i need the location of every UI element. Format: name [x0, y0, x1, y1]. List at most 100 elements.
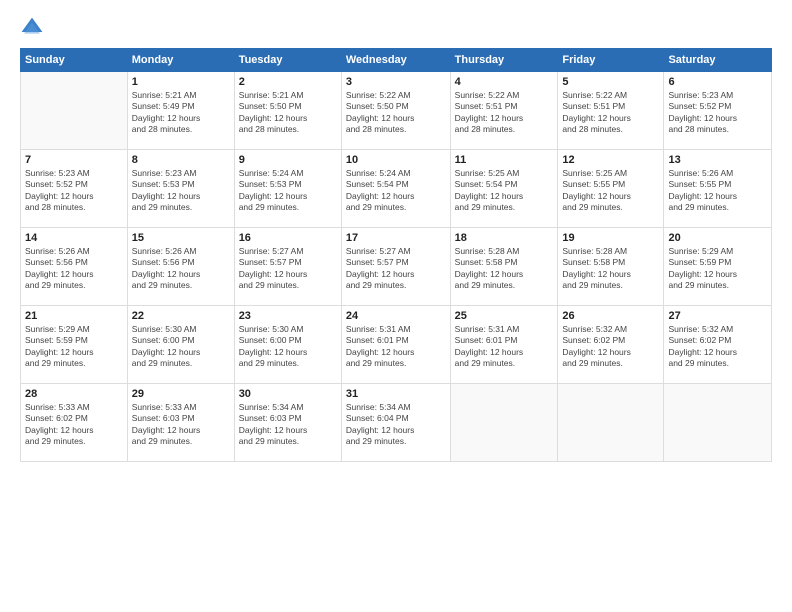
day-number: 12: [562, 154, 659, 166]
calendar-cell: 31Sunrise: 5:34 AM Sunset: 6:04 PM Dayli…: [341, 384, 450, 462]
calendar-cell: [450, 384, 558, 462]
day-number: 6: [668, 76, 767, 88]
header: [20, 16, 772, 40]
day-info: Sunrise: 5:22 AM Sunset: 5:50 PM Dayligh…: [346, 90, 446, 136]
calendar-cell: 1 Sunrise: 5:21 AM Sunset: 5:49 PM Daylig…: [127, 72, 234, 150]
day-number: 22: [132, 310, 230, 322]
weekday-header-thursday: Thursday: [450, 49, 558, 72]
day-info: Sunrise: 5:32 AM Sunset: 6:02 PM Dayligh…: [668, 324, 767, 370]
day-number: 30: [239, 388, 337, 400]
day-number: 9: [239, 154, 337, 166]
day-info: Sunrise: 5:24 AM Sunset: 5:53 PM Dayligh…: [239, 168, 337, 214]
day-info: Sunrise: 5:33 AM Sunset: 6:02 PM Dayligh…: [25, 402, 123, 448]
day-number: 2: [239, 76, 337, 88]
weekday-row: SundayMondayTuesdayWednesdayThursdayFrid…: [21, 49, 772, 72]
day-number: 4: [455, 76, 554, 88]
day-number: 8: [132, 154, 230, 166]
calendar-cell: 7 Sunrise: 5:23 AM Sunset: 5:52 PM Daylig…: [21, 150, 128, 228]
day-info: Sunrise: 5:33 AM Sunset: 6:03 PM Dayligh…: [132, 402, 230, 448]
week-row-1: 1 Sunrise: 5:21 AM Sunset: 5:49 PM Daylig…: [21, 72, 772, 150]
day-number: 14: [25, 232, 123, 244]
day-info: Sunrise: 5:24 AM Sunset: 5:54 PM Dayligh…: [346, 168, 446, 214]
day-number: 5: [562, 76, 659, 88]
day-info: Sunrise: 5:29 AM Sunset: 5:59 PM Dayligh…: [668, 246, 767, 292]
weekday-header-sunday: Sunday: [21, 49, 128, 72]
calendar-cell: 25 Sunrise: 5:31 AM Sunset: 6:01 PM Dayli…: [450, 306, 558, 384]
day-number: 18: [455, 232, 554, 244]
calendar-cell: 6Sunrise: 5:23 AM Sunset: 5:52 PM Daylig…: [664, 72, 772, 150]
calendar-cell: 26 Sunrise: 5:32 AM Sunset: 6:02 PM Dayli…: [558, 306, 664, 384]
calendar-cell: 2 Sunrise: 5:21 AM Sunset: 5:50 PM Daylig…: [234, 72, 341, 150]
calendar-cell: 3 Sunrise: 5:22 AM Sunset: 5:50 PM Daylig…: [341, 72, 450, 150]
day-info: Sunrise: 5:32 AM Sunset: 6:02 PM Dayligh…: [562, 324, 659, 370]
day-info: Sunrise: 5:30 AM Sunset: 6:00 PM Dayligh…: [132, 324, 230, 370]
logo-icon: [20, 16, 44, 40]
calendar-cell: [664, 384, 772, 462]
day-number: 19: [562, 232, 659, 244]
day-info: Sunrise: 5:27 AM Sunset: 5:57 PM Dayligh…: [239, 246, 337, 292]
day-info: Sunrise: 5:23 AM Sunset: 5:52 PM Dayligh…: [25, 168, 123, 214]
day-number: 7: [25, 154, 123, 166]
day-info: Sunrise: 5:21 AM Sunset: 5:49 PM Dayligh…: [132, 90, 230, 136]
calendar-cell: 9 Sunrise: 5:24 AM Sunset: 5:53 PM Daylig…: [234, 150, 341, 228]
calendar-cell: [558, 384, 664, 462]
day-number: 27: [668, 310, 767, 322]
day-info: Sunrise: 5:28 AM Sunset: 5:58 PM Dayligh…: [562, 246, 659, 292]
calendar: SundayMondayTuesdayWednesdayThursdayFrid…: [20, 48, 772, 462]
weekday-header-monday: Monday: [127, 49, 234, 72]
day-info: Sunrise: 5:23 AM Sunset: 5:53 PM Dayligh…: [132, 168, 230, 214]
weekday-header-saturday: Saturday: [664, 49, 772, 72]
day-number: 3: [346, 76, 446, 88]
calendar-cell: 10 Sunrise: 5:24 AM Sunset: 5:54 PM Dayli…: [341, 150, 450, 228]
day-info: Sunrise: 5:31 AM Sunset: 6:01 PM Dayligh…: [346, 324, 446, 370]
page-container: SundayMondayTuesdayWednesdayThursdayFrid…: [0, 0, 792, 612]
calendar-cell: 19 Sunrise: 5:28 AM Sunset: 5:58 PM Dayli…: [558, 228, 664, 306]
day-info: Sunrise: 5:22 AM Sunset: 5:51 PM Dayligh…: [455, 90, 554, 136]
day-number: 20: [668, 232, 767, 244]
day-info: Sunrise: 5:34 AM Sunset: 6:04 PM Dayligh…: [346, 402, 446, 448]
day-number: 10: [346, 154, 446, 166]
day-info: Sunrise: 5:25 AM Sunset: 5:54 PM Dayligh…: [455, 168, 554, 214]
calendar-cell: 27 Sunrise: 5:32 AM Sunset: 6:02 PM Dayli…: [664, 306, 772, 384]
calendar-header: SundayMondayTuesdayWednesdayThursdayFrid…: [21, 49, 772, 72]
day-info: Sunrise: 5:29 AM Sunset: 5:59 PM Dayligh…: [25, 324, 123, 370]
calendar-cell: 20 Sunrise: 5:29 AM Sunset: 5:59 PM Dayli…: [664, 228, 772, 306]
calendar-cell: 13 Sunrise: 5:26 AM Sunset: 5:55 PM Dayli…: [664, 150, 772, 228]
week-row-3: 14 Sunrise: 5:26 AM Sunset: 5:56 PM Dayli…: [21, 228, 772, 306]
week-row-4: 21 Sunrise: 5:29 AM Sunset: 5:59 PM Dayli…: [21, 306, 772, 384]
calendar-cell: 30 Sunrise: 5:34 AM Sunset: 6:03 PM Dayli…: [234, 384, 341, 462]
day-info: Sunrise: 5:34 AM Sunset: 6:03 PM Dayligh…: [239, 402, 337, 448]
day-number: 24: [346, 310, 446, 322]
day-number: 25: [455, 310, 554, 322]
day-number: 13: [668, 154, 767, 166]
day-number: 15: [132, 232, 230, 244]
weekday-header-friday: Friday: [558, 49, 664, 72]
calendar-cell: 28Sunrise: 5:33 AM Sunset: 6:02 PM Dayli…: [21, 384, 128, 462]
day-number: 17: [346, 232, 446, 244]
calendar-cell: 14 Sunrise: 5:26 AM Sunset: 5:56 PM Dayli…: [21, 228, 128, 306]
day-info: Sunrise: 5:26 AM Sunset: 5:56 PM Dayligh…: [25, 246, 123, 292]
calendar-cell: 15 Sunrise: 5:26 AM Sunset: 5:56 PM Dayli…: [127, 228, 234, 306]
calendar-cell: 29Sunrise: 5:33 AM Sunset: 6:03 PM Dayli…: [127, 384, 234, 462]
logo: [20, 16, 48, 40]
day-number: 1: [132, 76, 230, 88]
day-info: Sunrise: 5:28 AM Sunset: 5:58 PM Dayligh…: [455, 246, 554, 292]
calendar-cell: 23Sunrise: 5:30 AM Sunset: 6:00 PM Dayli…: [234, 306, 341, 384]
calendar-cell: 21 Sunrise: 5:29 AM Sunset: 5:59 PM Dayli…: [21, 306, 128, 384]
calendar-cell: 17 Sunrise: 5:27 AM Sunset: 5:57 PM Dayli…: [341, 228, 450, 306]
day-info: Sunrise: 5:27 AM Sunset: 5:57 PM Dayligh…: [346, 246, 446, 292]
day-info: Sunrise: 5:26 AM Sunset: 5:56 PM Dayligh…: [132, 246, 230, 292]
calendar-cell: 4 Sunrise: 5:22 AM Sunset: 5:51 PM Daylig…: [450, 72, 558, 150]
calendar-cell: 22 Sunrise: 5:30 AM Sunset: 6:00 PM Dayli…: [127, 306, 234, 384]
calendar-cell: 5Sunrise: 5:22 AM Sunset: 5:51 PM Daylig…: [558, 72, 664, 150]
day-info: Sunrise: 5:31 AM Sunset: 6:01 PM Dayligh…: [455, 324, 554, 370]
day-number: 11: [455, 154, 554, 166]
day-info: Sunrise: 5:26 AM Sunset: 5:55 PM Dayligh…: [668, 168, 767, 214]
day-number: 16: [239, 232, 337, 244]
day-info: Sunrise: 5:21 AM Sunset: 5:50 PM Dayligh…: [239, 90, 337, 136]
day-number: 26: [562, 310, 659, 322]
weekday-header-tuesday: Tuesday: [234, 49, 341, 72]
day-number: 21: [25, 310, 123, 322]
calendar-cell: 18 Sunrise: 5:28 AM Sunset: 5:58 PM Dayli…: [450, 228, 558, 306]
calendar-cell: 8 Sunrise: 5:23 AM Sunset: 5:53 PM Daylig…: [127, 150, 234, 228]
